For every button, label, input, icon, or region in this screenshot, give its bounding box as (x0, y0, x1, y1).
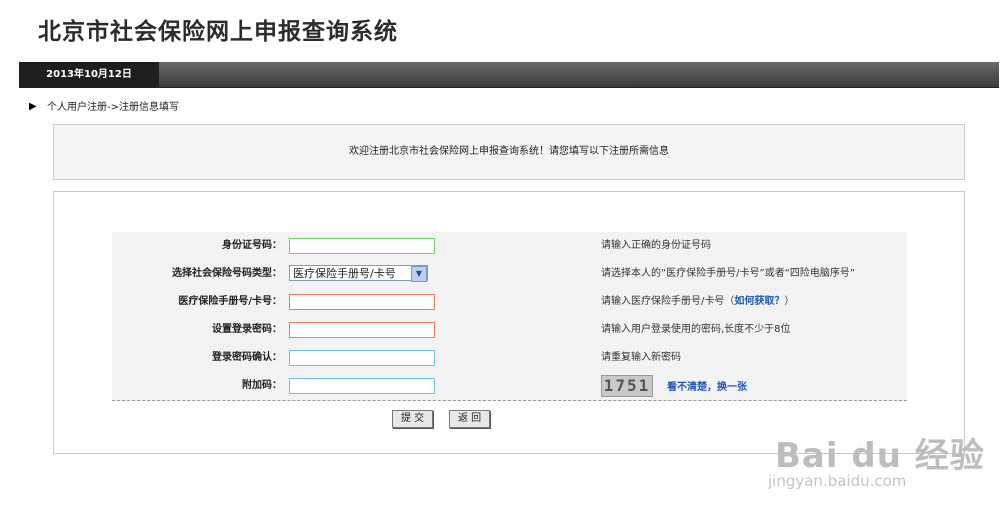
password-confirm-label: 登录密码确认： (212, 352, 282, 363)
password-hint: 请输入用户登录使用的密码,长度不少于8位 (601, 324, 791, 335)
chevron-down-icon[interactable]: ▼ (411, 266, 427, 282)
form-row-captcha: 附加码： 1751 看不清楚，换一张 (112, 372, 907, 401)
refresh-captcha-link[interactable]: 看不清楚，换一张 (667, 372, 747, 404)
password-confirm-hint: 请重复输入新密码 (601, 352, 681, 363)
site-title: 北京市社会保险网上申报查询系统 (38, 19, 398, 45)
welcome-text: 欢迎注册北京市社会保险网上申报查询系统！请您填写以下注册所需信息 (349, 146, 669, 157)
type-hint: 请选择本人的“医疗保险手册号/卡号”或者“四险电脑序号” (601, 268, 856, 279)
back-button[interactable]: 返 回 (449, 410, 491, 428)
card-label: 医疗保险手册号/卡号： (178, 296, 282, 307)
password-input[interactable] (289, 322, 435, 338)
breadcrumb-arrow-icon: ▶ (29, 101, 37, 112)
submit-button[interactable]: 提 交 (392, 410, 434, 428)
baidu-watermark-url: jingyan.baidu.com (768, 472, 907, 490)
form-row-password-confirm: 登录密码确认： 请重复输入新密码 (112, 344, 907, 373)
registration-form: 身份证号码： 请输入正确的身份证号码 选择社会保险号码类型： 医疗保险手册号/卡… (53, 191, 965, 454)
id-label: 身份证号码： (222, 240, 282, 251)
captcha-input[interactable] (289, 378, 435, 394)
form-row-type: 选择社会保险号码类型： 医疗保险手册号/卡号 ▼ 请选择本人的“医疗保险手册号/… (112, 260, 907, 289)
id-hint: 请输入正确的身份证号码 (601, 240, 711, 251)
password-label: 设置登录密码： (212, 324, 282, 335)
type-label: 选择社会保险号码类型： (172, 268, 282, 279)
captcha-label: 附加码： (242, 380, 282, 391)
insurance-type-select[interactable]: 医疗保险手册号/卡号 ▼ (289, 265, 428, 282)
form-row-password: 设置登录密码： 请输入用户登录使用的密码,长度不少于8位 (112, 316, 907, 345)
how-to-get-link[interactable]: 如何获取？ (734, 296, 784, 307)
insurance-type-value: 医疗保险手册号/卡号 (293, 267, 396, 280)
welcome-banner: 欢迎注册北京市社会保险网上申报查询系统！请您填写以下注册所需信息 (53, 124, 965, 180)
breadcrumb: 个人用户注册->注册信息填写 (47, 102, 179, 113)
captcha-image: 1751 (601, 375, 653, 397)
card-hint-end: ） (784, 296, 795, 307)
baidu-watermark-logo: Bai du 经验 (775, 436, 985, 476)
card-hint-text: 请输入医疗保险手册号/卡号（ (601, 296, 735, 307)
date-bar: 2013年10月12日 (19, 62, 999, 88)
password-confirm-input[interactable] (289, 350, 435, 366)
card-number-input[interactable] (289, 294, 435, 310)
current-date: 2013年10月12日 (19, 62, 159, 87)
card-hint: 请输入医疗保险手册号/卡号（如何获取？） (601, 288, 794, 316)
form-row-card: 医疗保险手册号/卡号： 请输入医疗保险手册号/卡号（如何获取？） (112, 288, 907, 317)
id-number-input[interactable] (289, 238, 435, 254)
form-row-id: 身份证号码： 请输入正确的身份证号码 (112, 232, 907, 261)
